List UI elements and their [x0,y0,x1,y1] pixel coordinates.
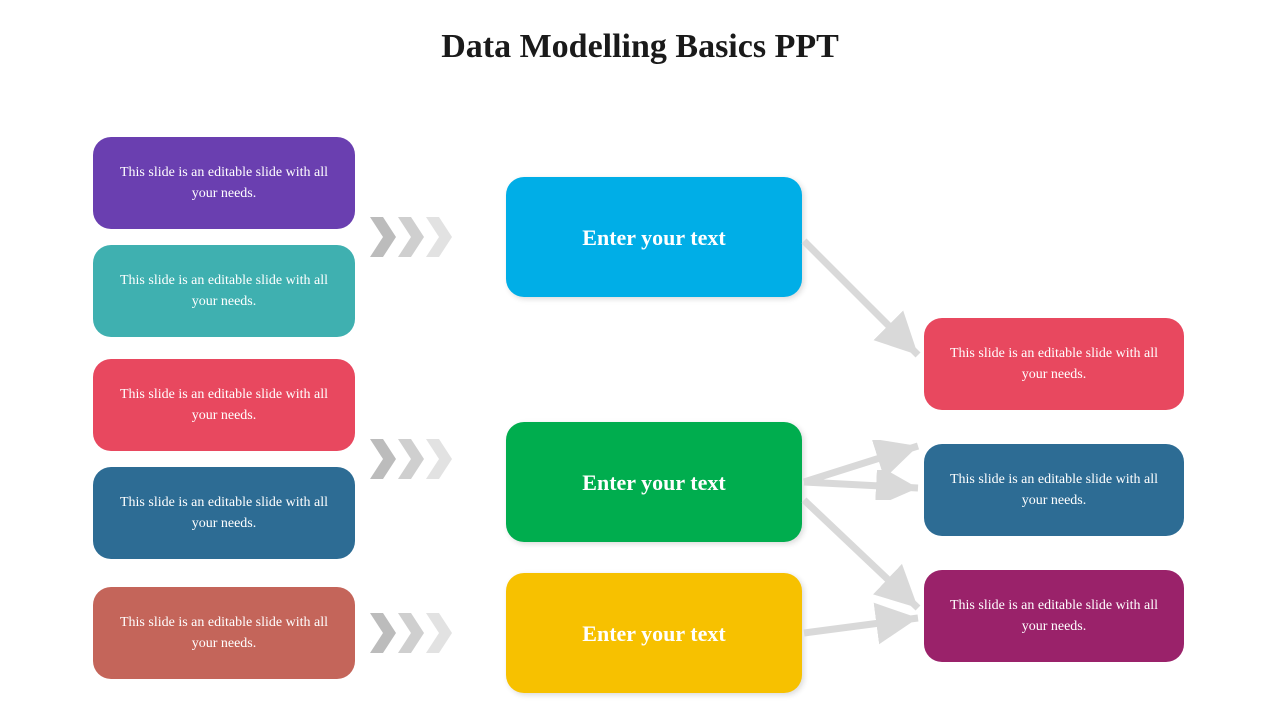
connector-arrow-3 [800,470,930,500]
connector-arrow-5 [800,578,930,648]
middle-box-2-text: Enter your text [582,466,725,499]
chevron-icon [398,613,424,653]
left-box-3[interactable]: This slide is an editable slide with all… [93,359,355,451]
chevron-icon [370,217,396,257]
chevron-icon [426,613,452,653]
left-box-3-text: This slide is an editable slide with all… [111,384,337,426]
connector-arrow-1 [800,237,930,377]
chevron-group-1 [370,217,452,257]
right-box-3-text: This slide is an editable slide with all… [942,595,1166,637]
left-box-2[interactable]: This slide is an editable slide with all… [93,245,355,337]
left-box-5[interactable]: This slide is an editable slide with all… [93,587,355,679]
middle-box-1[interactable]: Enter your text [506,177,802,297]
right-box-3[interactable]: This slide is an editable slide with all… [924,570,1184,662]
chevron-icon [370,613,396,653]
connector-arrow-4 [800,490,930,620]
chevron-icon [370,439,396,479]
chevron-icon [426,217,452,257]
diagram-canvas: This slide is an editable slide with all… [0,0,1280,720]
chevron-group-2 [370,439,452,479]
right-box-2[interactable]: This slide is an editable slide with all… [924,444,1184,536]
left-box-1[interactable]: This slide is an editable slide with all… [93,137,355,229]
middle-box-3-text: Enter your text [582,617,725,650]
right-box-1[interactable]: This slide is an editable slide with all… [924,318,1184,410]
chevron-icon [426,439,452,479]
left-box-4[interactable]: This slide is an editable slide with all… [93,467,355,559]
left-box-4-text: This slide is an editable slide with all… [111,492,337,534]
right-box-1-text: This slide is an editable slide with all… [942,343,1166,385]
left-box-1-text: This slide is an editable slide with all… [111,162,337,204]
connector-arrow-2 [800,440,930,500]
right-box-2-text: This slide is an editable slide with all… [942,469,1166,511]
middle-box-1-text: Enter your text [582,221,725,254]
chevron-group-3 [370,613,452,653]
left-box-2-text: This slide is an editable slide with all… [111,270,337,312]
chevron-icon [398,439,424,479]
left-box-5-text: This slide is an editable slide with all… [111,612,337,654]
chevron-icon [398,217,424,257]
middle-box-2[interactable]: Enter your text [506,422,802,542]
middle-box-3[interactable]: Enter your text [506,573,802,693]
